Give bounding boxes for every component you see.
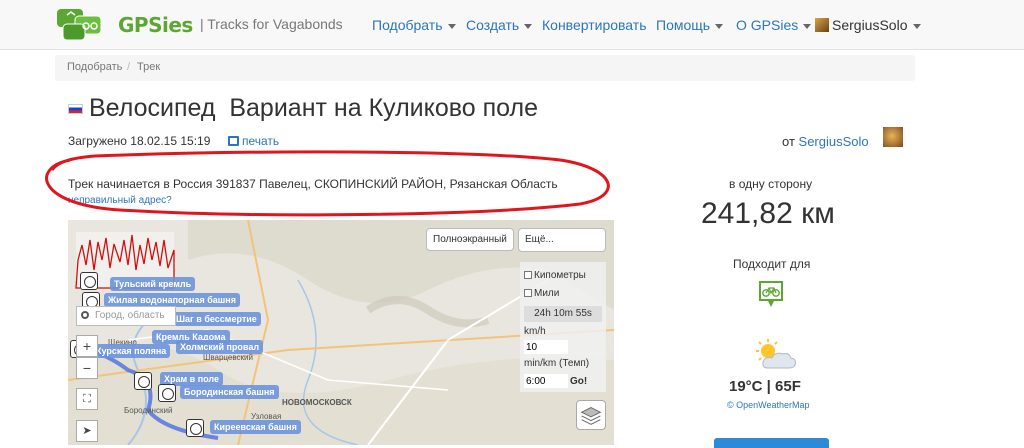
- speed-unit-label: km/h: [524, 326, 546, 337]
- town-label: НОВОМОСКОВСК: [282, 398, 352, 407]
- user-menu[interactable]: SergiusSolo: [815, 17, 921, 33]
- chevron-down-icon: [524, 23, 533, 29]
- top-navbar: GPSies | Tracks for Vagabonds Подобрать …: [0, 0, 1024, 50]
- miles-checkbox[interactable]: [524, 289, 532, 297]
- poi-label[interactable]: Жилая водонапорная башня: [104, 293, 240, 307]
- page-title: Велосипед Вариант на Куликово поле: [89, 94, 538, 122]
- user-avatar: [815, 18, 829, 32]
- zoom-out-button[interactable]: −: [76, 357, 98, 379]
- fullscreen-button[interactable]: Полноэкранный: [426, 228, 514, 251]
- menu-help[interactable]: Помощь: [656, 17, 724, 33]
- brand-tagline: | Tracks for Vagabonds: [200, 16, 343, 32]
- pace-unit-label: min/km (Темп): [524, 358, 590, 369]
- poi-label[interactable]: Бородинская башня: [180, 385, 279, 399]
- poi-marker-icon[interactable]: [158, 384, 176, 402]
- menu-create[interactable]: Создать: [466, 17, 533, 33]
- poi-marker-icon[interactable]: [80, 272, 98, 290]
- weather-source-link[interactable]: © OpenWeatherMap: [727, 400, 810, 410]
- print-link[interactable]: печать: [228, 134, 279, 148]
- direction-label: в одну сторону: [729, 177, 813, 191]
- km-checkbox[interactable]: [524, 271, 532, 279]
- chevron-down-icon: [715, 23, 724, 29]
- zoom-in-button[interactable]: +: [76, 335, 98, 357]
- poi-marker-icon[interactable]: [186, 419, 204, 437]
- poi-label[interactable]: Курская поляна: [92, 344, 171, 358]
- breadcrumb-separator: /: [127, 61, 131, 73]
- brand-name[interactable]: GPSies: [118, 13, 193, 37]
- town-label: Шварцевский: [203, 353, 253, 362]
- partly-cloudy-icon: [756, 339, 796, 369]
- pace-input[interactable]: [524, 374, 568, 388]
- travel-time: 24h 10m 55s: [524, 306, 602, 322]
- print-icon: [228, 136, 239, 146]
- poi-label[interactable]: Киреевская башня: [210, 420, 301, 434]
- track-map[interactable]: Щекино Шварцевский НОВОМОСКОВСК Узловая …: [68, 220, 614, 445]
- fullscreen-toggle-icon[interactable]: ⛶: [76, 388, 98, 410]
- author-line: от SergiusSolo: [782, 134, 869, 149]
- poi-label[interactable]: Тульский кремль: [110, 277, 196, 291]
- locate-icon[interactable]: ➤: [76, 420, 98, 442]
- more-dropdown[interactable]: Ещё...: [518, 228, 606, 252]
- search-icon: [81, 311, 89, 319]
- chevron-down-icon: [447, 23, 456, 29]
- russia-flag-icon: [68, 104, 83, 114]
- poi-label[interactable]: Холмский провал: [176, 340, 264, 354]
- speed-input[interactable]: [524, 340, 568, 354]
- map-search-input[interactable]: Город, область: [76, 306, 176, 326]
- layers-icon[interactable]: [576, 400, 606, 430]
- temperature: 19°C | 65F: [729, 378, 801, 395]
- map-options-panel: Кипометры Мили 24h 10m 55s km/h min/km (…: [520, 262, 606, 392]
- menu-find[interactable]: Подобрать: [372, 17, 456, 33]
- breadcrumb: [55, 55, 915, 81]
- menu-convert[interactable]: Конвертировать: [542, 17, 647, 33]
- start-address: Трек начинается в Россия 391837 Павелец,…: [68, 177, 558, 191]
- track-distance: 241,82 км: [701, 197, 835, 230]
- poi-label[interactable]: Шаг в бессмертие: [172, 312, 261, 326]
- go-button[interactable]: Go!: [570, 376, 587, 387]
- gpsies-logo-icon[interactable]: [55, 6, 117, 44]
- km-option[interactable]: Кипометры: [524, 270, 586, 281]
- author-link[interactable]: SergiusSolo: [799, 134, 869, 149]
- menu-about[interactable]: О GPSies: [736, 17, 812, 33]
- breadcrumb-item-track: Трек: [137, 61, 161, 73]
- wrong-address-link[interactable]: неправильный адрес?: [68, 195, 172, 206]
- chevron-down-icon: [803, 23, 812, 29]
- poi-marker-icon[interactable]: [134, 372, 152, 390]
- bicycle-icon[interactable]: [757, 279, 785, 309]
- download-button[interactable]: [714, 438, 829, 448]
- breadcrumb-item-find[interactable]: Подобрать: [67, 61, 122, 73]
- upload-date: Загружено 18.02.15 15:19: [68, 134, 211, 148]
- miles-option[interactable]: Мили: [524, 288, 559, 299]
- town-label: Бородинский: [124, 406, 173, 415]
- author-avatar[interactable]: [883, 127, 903, 147]
- chevron-down-icon: [912, 23, 921, 29]
- suitable-for-label: Подходит для: [733, 257, 811, 271]
